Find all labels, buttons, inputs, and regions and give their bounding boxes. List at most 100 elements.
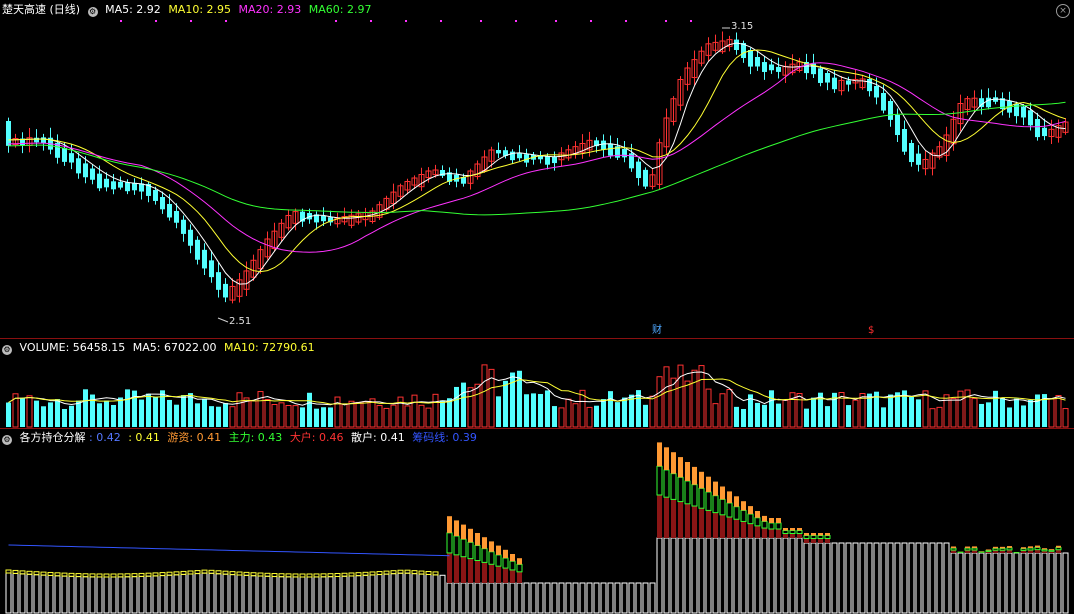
candle-body <box>755 57 760 67</box>
retail-bar <box>299 576 306 614</box>
retail-bar <box>1020 552 1027 614</box>
volume-bar <box>950 398 957 428</box>
hot-money-bar <box>755 511 760 518</box>
retail-bar <box>334 575 341 614</box>
candle-body <box>62 148 67 162</box>
yellow-bar <box>152 572 159 577</box>
holding-breakdown-pane[interactable]: ⚙ 各方持仓分解 : 0.42 : 0.41 游资: 0.41 主力: 0.43… <box>0 429 1074 614</box>
retail-bar <box>880 542 887 614</box>
settings-gear-icon[interactable]: ⚙ <box>2 435 12 445</box>
settings-gear-icon[interactable]: ⚙ <box>87 7 98 17</box>
retail-bar <box>145 575 152 614</box>
candle-body <box>874 86 879 98</box>
retail-bar <box>894 542 901 614</box>
retail-bar <box>201 572 208 614</box>
retail-bar <box>544 582 551 614</box>
close-icon[interactable]: × <box>1056 4 1070 18</box>
main-force-bar <box>684 480 691 505</box>
hot-money-bar <box>986 549 991 551</box>
yellow-bar <box>159 572 166 577</box>
retail-bar <box>488 582 495 614</box>
volume-ma10-label: MA10: 72790.61 <box>223 341 315 354</box>
main-force-bar <box>698 487 705 509</box>
retail-bar <box>362 574 369 614</box>
yellow-bar <box>306 573 313 578</box>
hot-money-bar <box>734 496 739 507</box>
retail-bar <box>1006 552 1013 614</box>
hot-money-bar <box>475 533 480 546</box>
retail-bar <box>194 573 201 614</box>
hot-money-bar <box>468 528 473 543</box>
finance-event-mark[interactable]: 财 <box>652 325 662 337</box>
holding-indicator-header: ⚙ 各方持仓分解 : 0.42 : 0.41 游资: 0.41 主力: 0.43… <box>2 431 481 445</box>
large-holder-bar <box>468 558 473 583</box>
retail-bar <box>565 582 572 614</box>
retail-bar <box>481 582 488 614</box>
volume-bar <box>174 404 179 427</box>
retail-bar <box>845 542 852 614</box>
settings-gear-icon[interactable]: ⚙ <box>2 345 12 355</box>
retail-bar <box>460 582 467 614</box>
main-force-bar <box>810 535 817 539</box>
retail-bar <box>915 542 922 614</box>
volume-bar <box>404 405 411 428</box>
candlestick-chart[interactable] <box>0 0 1074 338</box>
retail-bar <box>313 576 320 614</box>
retail-bar <box>411 573 418 614</box>
volume-bar <box>615 402 620 427</box>
hot-money-bar <box>1049 549 1054 551</box>
main-force-bar <box>985 549 992 552</box>
candle-body <box>622 149 627 158</box>
retail-bar <box>663 537 670 614</box>
hot-money-bar <box>454 520 459 537</box>
retail-bar <box>887 542 894 614</box>
volume-bar <box>971 398 978 428</box>
volume-bar <box>909 396 914 427</box>
retail-bar <box>33 574 40 614</box>
main-force-bar <box>446 532 453 554</box>
volume-chart-pane[interactable]: ⚙ VOLUME: 56458.15 MA5: 67022.00 MA10: 7… <box>0 339 1074 428</box>
volume-bar <box>257 391 264 428</box>
volume-bar <box>1007 407 1012 427</box>
retail-bar <box>957 552 964 614</box>
retail-bar <box>936 542 943 614</box>
volume-bar <box>229 406 236 428</box>
holding-breakdown-chart[interactable] <box>0 429 1074 614</box>
price-chart-pane[interactable]: 楚天高速 (日线) ⚙ MA5: 2.92 MA10: 2.95 MA20: 2… <box>0 0 1074 338</box>
hot-money-bar <box>776 518 781 523</box>
large-holder-bar <box>454 554 459 583</box>
retail-bar <box>950 552 957 614</box>
marker-dot <box>370 20 372 22</box>
yellow-bar <box>47 571 54 576</box>
volume-bar <box>188 393 193 427</box>
large-holder-bar <box>776 529 781 538</box>
volume-bar <box>726 389 733 428</box>
large-holder-bar <box>678 501 683 538</box>
candle-body <box>636 161 641 179</box>
volume-bar <box>118 397 123 427</box>
yellow-bar <box>278 573 285 578</box>
volume-bar <box>572 403 579 428</box>
retail-bar <box>229 574 236 614</box>
retail-bar <box>215 573 222 614</box>
retail-bar <box>551 582 558 614</box>
hot-money-bar <box>1035 545 1040 548</box>
volume-bar <box>195 403 200 427</box>
high-price-label: 3.15 <box>731 21 754 32</box>
volume-bar <box>691 369 698 428</box>
yellow-bar <box>12 569 19 574</box>
hot-money-bar <box>804 533 809 536</box>
hot-money-bar <box>699 471 704 489</box>
volume-bar <box>223 402 228 427</box>
retail-bar <box>383 573 390 614</box>
dividend-event-mark[interactable]: $ <box>868 325 874 337</box>
retail-bar <box>292 576 299 614</box>
retail-bar <box>96 576 103 614</box>
yellow-bar <box>362 571 369 576</box>
volume-bar <box>432 393 439 428</box>
volume-bar <box>278 402 285 428</box>
retail-bar <box>264 575 271 614</box>
candle-body <box>916 153 921 165</box>
hot-money-bar <box>783 528 788 531</box>
retail-bar <box>341 575 348 614</box>
